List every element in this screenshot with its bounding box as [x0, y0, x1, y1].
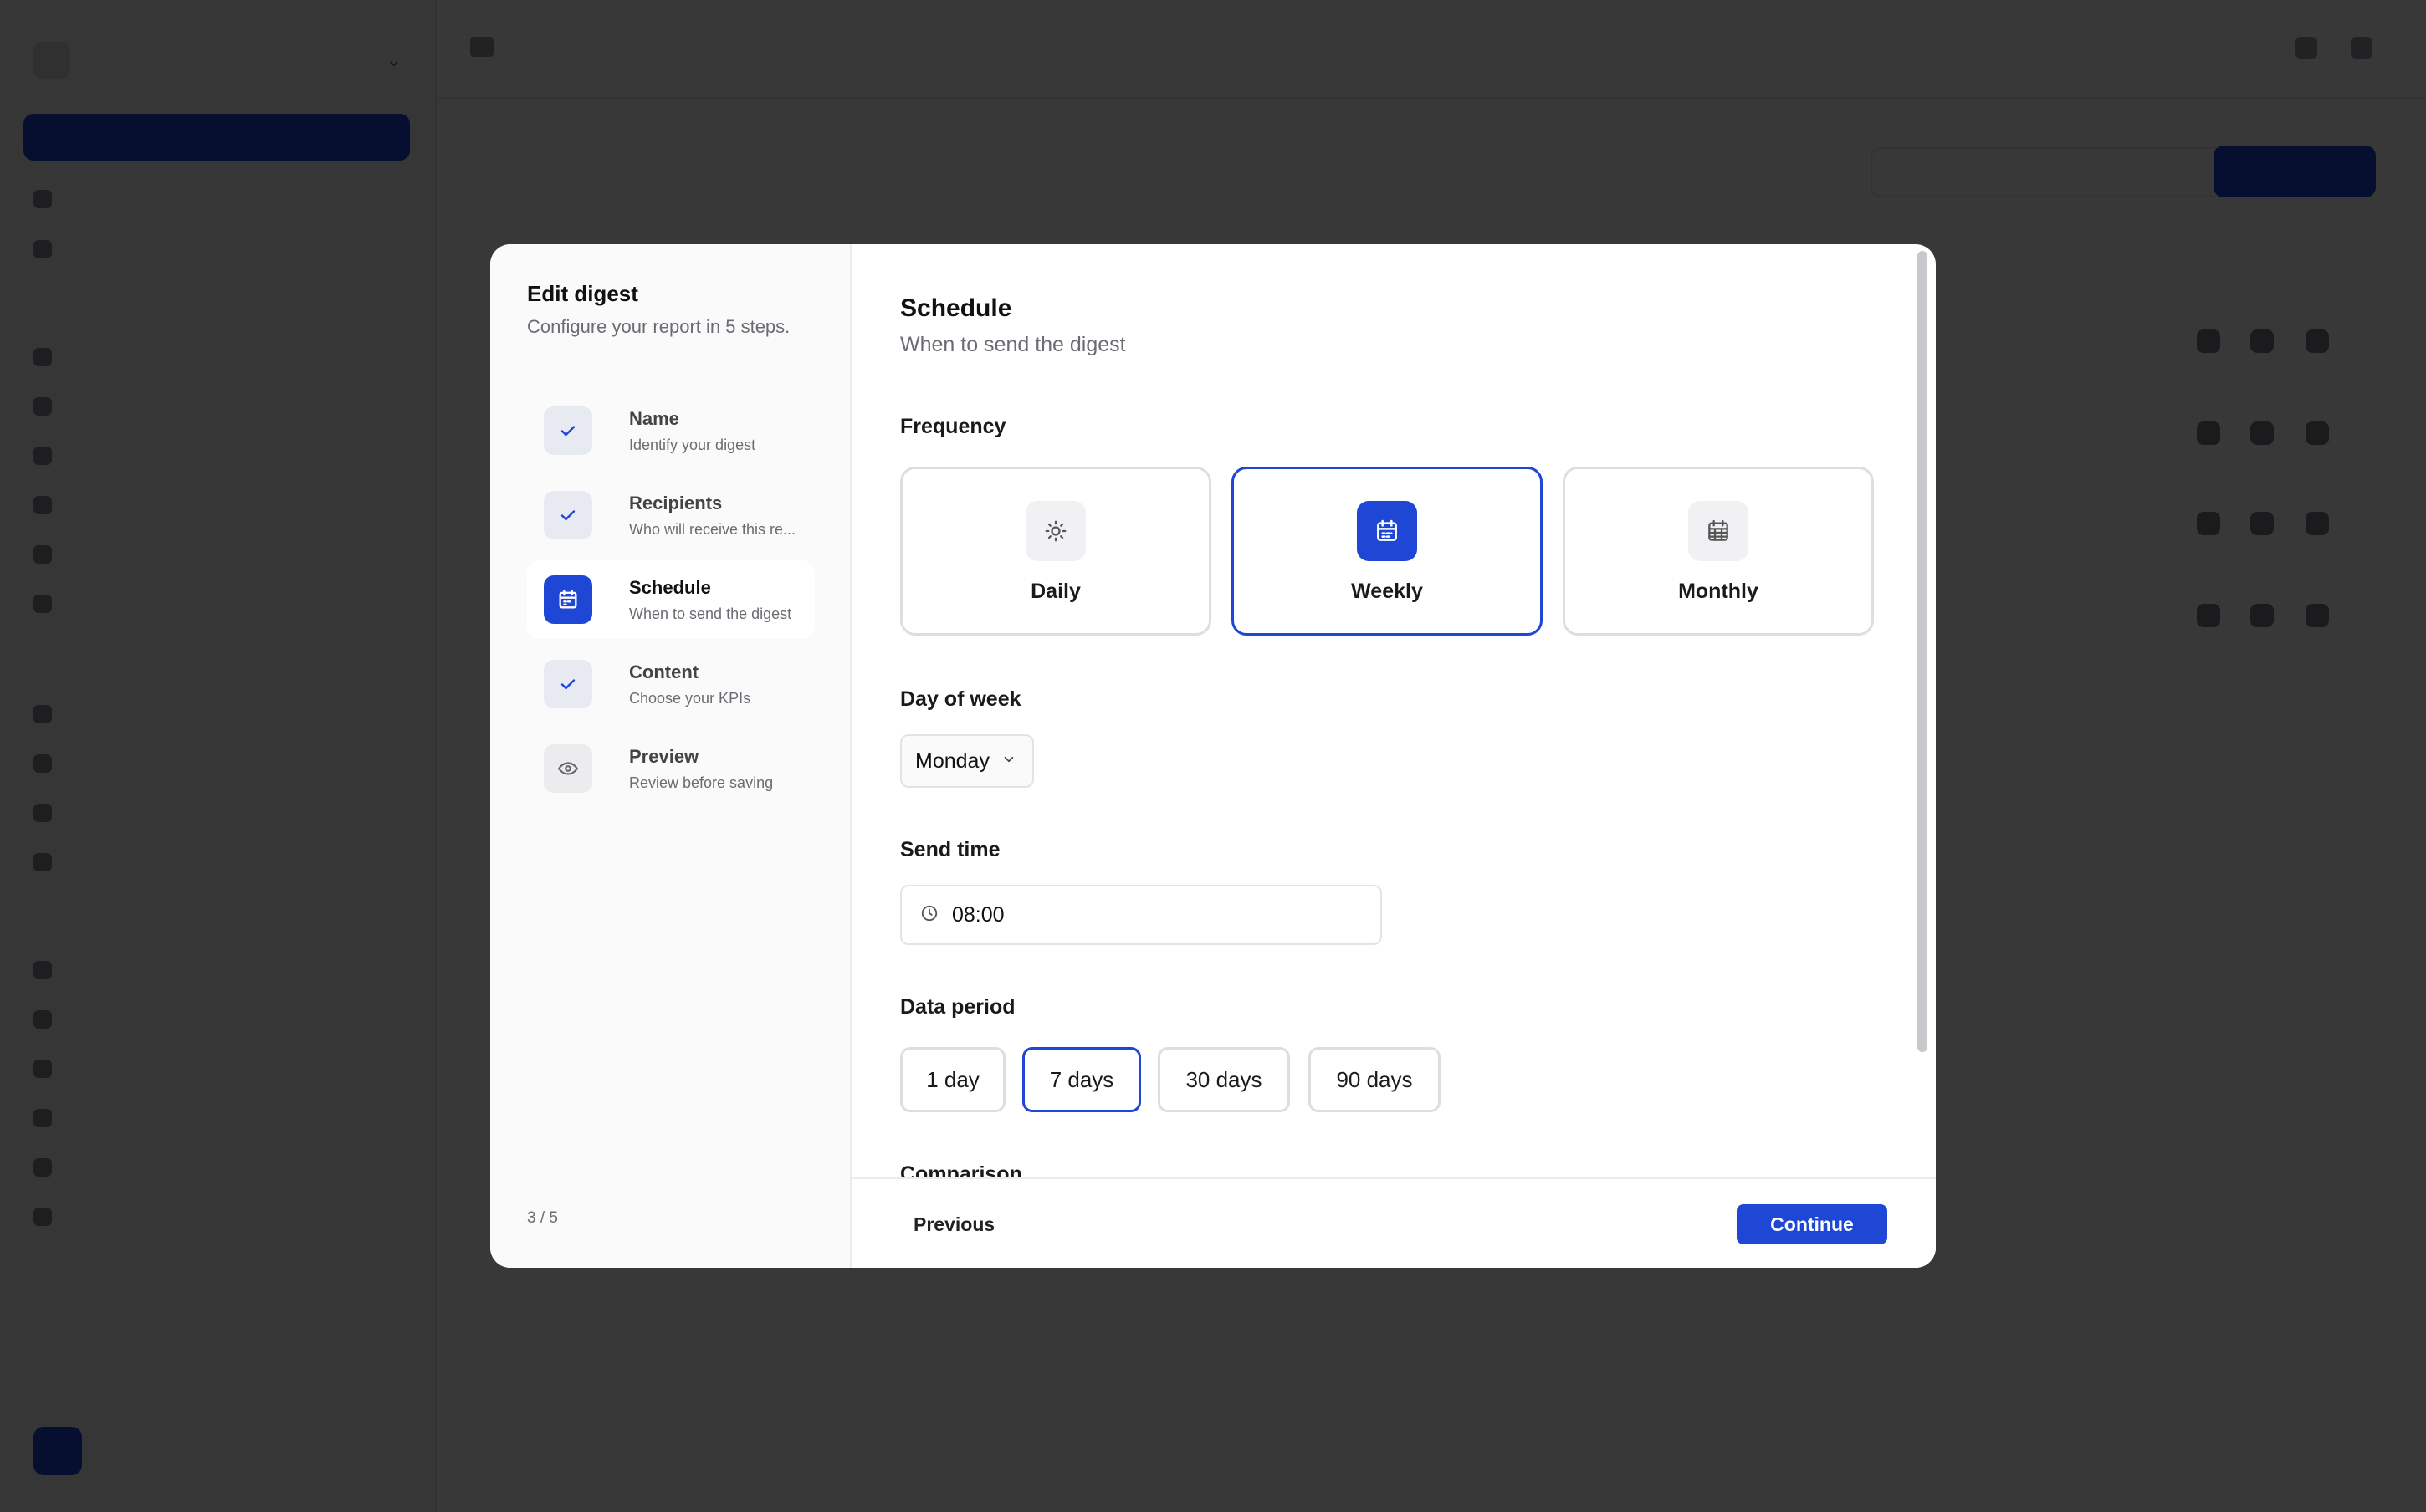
day-of-week-value: Monday: [915, 748, 990, 773]
edit-digest-modal: Edit digest Configure your report in 5 s…: [490, 244, 1936, 1268]
steps-sidebar: Edit digest Configure your report in 5 s…: [490, 244, 852, 1268]
check-icon: [544, 406, 592, 455]
step-content[interactable]: Content Choose your KPIs: [527, 645, 815, 723]
step-counter: 3 / 5: [527, 1209, 558, 1227]
scrollbar[interactable]: [1917, 251, 1927, 1052]
modal-title: Edit digest: [527, 281, 638, 306]
step-label: Recipients: [629, 492, 723, 513]
frequency-option-label: Daily: [1031, 580, 1081, 603]
schedule-panel: Schedule When to send the digest Frequen…: [852, 244, 1936, 1177]
send-time-value: 08:00: [952, 902, 1005, 927]
step-description: When to send the digest: [629, 605, 792, 622]
section-title: Schedule: [900, 294, 1012, 322]
modal-subtitle: Configure your report in 5 steps.: [527, 316, 791, 337]
step-schedule[interactable]: Schedule When to send the digest: [527, 560, 815, 639]
frequency-daily-option[interactable]: Daily: [900, 467, 1211, 636]
step-label: Name: [629, 407, 679, 429]
send-time-input[interactable]: 08:00: [900, 885, 1382, 945]
calendar-grid-icon: [1688, 501, 1748, 561]
eye-icon: [544, 744, 592, 793]
frequency-weekly-option[interactable]: Weekly: [1231, 467, 1543, 636]
frequency-option-label: Monthly: [1678, 580, 1758, 603]
frequency-monthly-option[interactable]: Monthly: [1563, 467, 1874, 636]
section-subtitle: When to send the digest: [900, 333, 1126, 356]
clock-icon: [920, 904, 939, 927]
step-description: Identify your digest: [629, 436, 756, 453]
modal-footer: Previous Continue: [852, 1177, 1936, 1268]
period-30-days-option[interactable]: 30 days: [1158, 1047, 1290, 1112]
previous-button[interactable]: Previous: [900, 1208, 1008, 1241]
step-label: Content: [629, 661, 699, 682]
check-icon: [544, 660, 592, 708]
calendar-icon: [544, 575, 592, 624]
step-label: Preview: [629, 745, 699, 767]
frequency-label: Frequency: [900, 415, 1006, 438]
day-of-week-label: Day of week: [900, 687, 1021, 711]
step-description: Choose your KPIs: [629, 689, 751, 707]
calendar-icon: [1357, 501, 1417, 561]
chevron-down-icon: [1001, 752, 1016, 771]
period-90-days-option[interactable]: 90 days: [1308, 1047, 1441, 1112]
day-of-week-select[interactable]: Monday: [900, 734, 1034, 788]
step-description: Review before saving: [629, 774, 774, 791]
comparison-label: Comparison: [900, 1162, 1022, 1177]
period-7-days-option[interactable]: 7 days: [1022, 1047, 1141, 1112]
frequency-option-label: Weekly: [1351, 580, 1423, 603]
data-period-label: Data period: [900, 995, 1016, 1019]
step-recipients[interactable]: Recipients Who will receive this re...: [527, 476, 815, 554]
send-time-label: Send time: [900, 838, 1001, 861]
check-icon: [544, 491, 592, 539]
sun-icon: [1026, 501, 1086, 561]
step-name[interactable]: Name Identify your digest: [527, 391, 815, 470]
continue-button[interactable]: Continue: [1737, 1204, 1887, 1244]
step-label: Schedule: [629, 576, 711, 598]
step-preview[interactable]: Preview Review before saving: [527, 729, 815, 808]
step-description: Who will receive this re...: [629, 520, 796, 538]
period-1-day-option[interactable]: 1 day: [900, 1047, 1006, 1112]
